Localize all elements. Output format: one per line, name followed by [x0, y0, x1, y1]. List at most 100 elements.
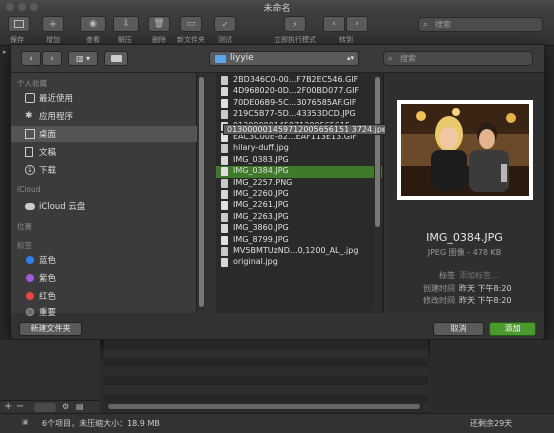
delete-button[interactable]: 🗑	[148, 16, 170, 32]
cancel-button[interactable]: 取消	[433, 322, 484, 336]
file-row[interactable]: IMG_0383.JPG	[216, 155, 382, 166]
file-row[interactable]: IMG_2257.PNG	[216, 178, 382, 189]
file-row[interactable]: IMG_0384.JPG	[216, 166, 382, 178]
image-file-icon	[221, 258, 228, 268]
sidebar-toggle-icon[interactable]: ▸	[3, 48, 7, 56]
favorites-heading: 个人收藏	[17, 79, 47, 88]
forward-button[interactable]: ›	[346, 16, 368, 32]
test-button[interactable]: ✓	[214, 16, 236, 32]
tags-label: 标签	[439, 271, 455, 280]
add-button[interactable]: 添加	[489, 322, 536, 336]
file-row[interactable]: 70DE06B9-5C...3076585AF.GIF	[216, 98, 382, 109]
file-list: 2BD346C0-00...F7B2EC546.GIF 4D968020-0D..…	[216, 73, 384, 313]
save-icon	[14, 20, 24, 28]
sidebar-item-documents[interactable]: 文稿	[11, 144, 197, 160]
view-mode-button[interactable]: ▥ ▾	[68, 51, 98, 66]
chevron-down-icon: ▴▾	[346, 54, 354, 62]
new-folder-icon-button[interactable]	[104, 51, 128, 66]
sidebar-item-icloud-drive[interactable]: iCloud 云盘	[11, 198, 197, 214]
sidebar-item-recents[interactable]: 最近使用	[11, 90, 197, 106]
file-row[interactable]: IMG_8799.JPG	[216, 235, 382, 246]
sidebar-item-label: 重要	[39, 308, 57, 318]
file-row[interactable]: IMG_2261.JPG	[216, 200, 382, 211]
toolbar-search-input[interactable]: ⌕ 搜索	[418, 17, 543, 32]
save-button[interactable]	[8, 16, 30, 32]
sidebar-item-applications[interactable]: ✱ 应用程序	[11, 108, 197, 124]
dialog-forward-button[interactable]: ›	[42, 51, 62, 66]
preview-file-info: JPEG 图像 - 478 KB	[427, 248, 502, 257]
file-row[interactable]: MV5BMTUzND...0,1200_AL_.jpg	[216, 246, 382, 257]
file-row[interactable]: IMG_3860.JPG	[216, 223, 382, 234]
file-name: IMG_8799.JPG	[233, 234, 289, 244]
scrollbar-thumb[interactable]	[375, 77, 380, 227]
window-title: 未命名	[263, 4, 291, 14]
minus-icon[interactable]: −	[16, 401, 24, 412]
image-file-icon	[221, 167, 228, 177]
dialog-search-input[interactable]: ⌕ 搜索	[383, 51, 533, 66]
chevron-right-icon: ›	[50, 53, 54, 64]
file-name: IMG_2260.JPG	[233, 189, 289, 198]
file-name: IMG_2257.PNG	[233, 177, 293, 187]
plus-icon[interactable]: +	[4, 401, 12, 412]
document-icon	[25, 147, 33, 157]
file-list-scrollbar[interactable]	[374, 75, 381, 311]
folder-icon	[215, 55, 226, 63]
location-select[interactable]: liyyie ▴▾	[209, 51, 359, 66]
title-bar: 未命名	[0, 0, 554, 14]
folder-icon	[110, 55, 122, 62]
extract-button[interactable]: ⇩	[113, 16, 139, 32]
tag-dot-icon	[26, 308, 34, 316]
horizontal-scrollbar[interactable]	[104, 402, 424, 411]
sidebar: 个人收藏 最近使用 ✱ 应用程序 桌面 文稿 ↓ 下载 iCloud iClou…	[11, 73, 197, 318]
sidebar-tag-purple[interactable]: 紫色	[11, 270, 197, 286]
gear-icon[interactable]: ⚙	[62, 402, 69, 411]
new-folder-button[interactable]: 新建文件夹	[19, 322, 82, 336]
eye-icon: ◉	[89, 19, 97, 29]
instant-mode-button[interactable]: ⚡	[284, 16, 306, 32]
file-row[interactable]: IMG_2260.JPG	[216, 189, 382, 200]
file-row[interactable]: hilary-duff.jpg	[216, 143, 382, 154]
icloud-heading: iCloud	[17, 185, 41, 194]
image-file-icon	[221, 247, 228, 256]
chevron-left-icon: ‹	[29, 53, 33, 64]
test-icon: ✓	[221, 19, 229, 29]
sidebar-item-desktop[interactable]: 桌面	[11, 126, 197, 142]
sidebar-tag-important[interactable]: 重要	[11, 304, 197, 320]
dialog-back-button[interactable]: ‹	[21, 51, 41, 66]
file-name: 219C5B77-5D...43353DCD.JPG	[233, 109, 356, 119]
image-file-icon	[221, 235, 228, 245]
sidebar-tag-red[interactable]: 红色	[11, 288, 197, 304]
sidebar-item-label: 文稿	[39, 148, 57, 158]
file-name: IMG_3860.JPG	[233, 223, 289, 233]
add-tags-field[interactable]: 添加标签...	[459, 270, 499, 281]
file-row[interactable]: original.jpg	[216, 257, 382, 268]
file-row[interactable]: 4D968020-0D...2F00BD077.GIF	[216, 86, 382, 97]
file-row[interactable]: IMG_2263.JPG	[216, 212, 382, 223]
scrollbar-thumb[interactable]	[108, 404, 420, 409]
add-button[interactable]: +	[42, 16, 64, 32]
file-name: IMG_0383.JPG	[233, 154, 289, 164]
sidebar-item-label: 紫色	[39, 274, 57, 284]
scrollbar-thumb[interactable]	[199, 77, 204, 307]
image-file-icon	[221, 155, 228, 165]
column-scrollbar[interactable]	[198, 75, 205, 311]
bolt-icon: ⚡	[292, 19, 298, 29]
sidebar-item-label: 下载	[39, 166, 57, 176]
file-row[interactable]: 219C5B77-5D...43353DCD.JPG	[216, 109, 382, 120]
modified-label: 修改时间	[423, 296, 455, 305]
columns-icon: ▥ ▾	[75, 54, 91, 63]
main-toolbar: 保存 + 增加 ◉ 查看 ⇩ 解压 🗑 删除 ▭ 新文件夹 ✓ 测试 ⚡ 立即执…	[0, 14, 554, 46]
back-button[interactable]: ‹	[323, 16, 345, 32]
dialog-toolbar: ‹ › ▥ ▾ liyyie ▴▾ ⌕ 搜索	[11, 45, 544, 73]
sidebar-item-downloads[interactable]: ↓ 下载	[11, 162, 197, 178]
file-row[interactable]: 2BD346C0-00...F7B2EC546.GIF	[216, 75, 382, 86]
filter-input[interactable]	[34, 403, 56, 412]
sidebar-item-label: 蓝色	[39, 256, 57, 266]
new-folder-button[interactable]: ▭	[180, 16, 202, 32]
location-label: liyyie	[230, 53, 254, 63]
view-button[interactable]: ◉	[80, 16, 106, 32]
image-file-icon	[221, 212, 228, 222]
view-icon[interactable]: ▤	[76, 402, 84, 411]
sidebar-tag-blue[interactable]: 蓝色	[11, 252, 197, 268]
dialog-search-placeholder: 搜索	[400, 54, 416, 63]
